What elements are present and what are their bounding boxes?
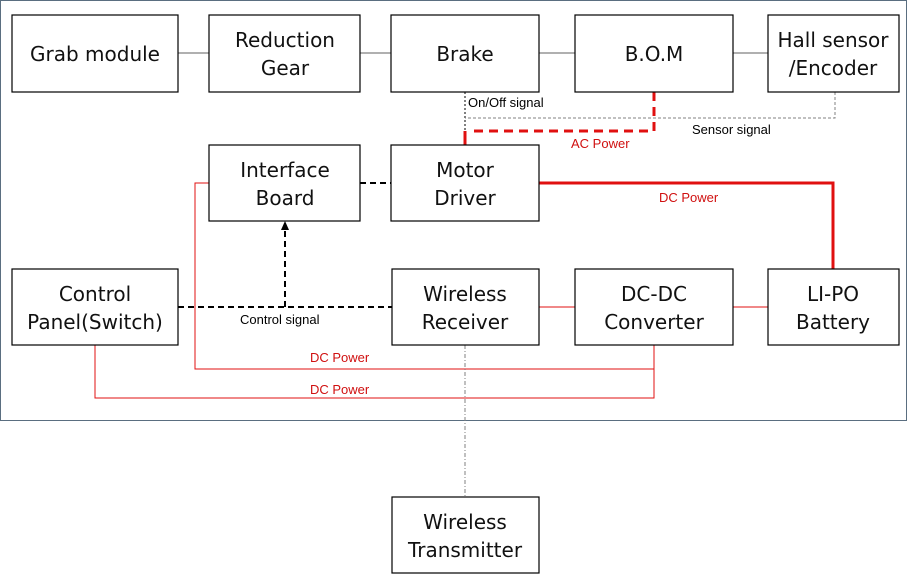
dc-power-panel-label: DC Power	[310, 382, 370, 397]
arrow-up-icon	[281, 221, 289, 230]
svg-text:/Encoder: /Encoder	[789, 56, 878, 80]
sensor-signal-label: Sensor signal	[692, 122, 771, 137]
svg-text:Interface: Interface	[240, 158, 330, 182]
reduction-gear-box: Reduction Gear	[208, 14, 361, 93]
svg-text:Gear: Gear	[261, 56, 310, 80]
svg-text:Hall sensor: Hall sensor	[777, 28, 889, 52]
svg-text:Battery: Battery	[796, 310, 870, 334]
dc-power-interface-label: DC Power	[310, 350, 370, 365]
svg-text:Wireless: Wireless	[423, 282, 507, 306]
brake-box: Brake	[390, 14, 540, 93]
svg-text:Panel(Switch): Panel(Switch)	[27, 310, 163, 334]
dc-power-main-label: DC Power	[659, 190, 719, 205]
svg-text:Brake: Brake	[436, 42, 493, 66]
svg-text:DC-DC: DC-DC	[621, 282, 687, 306]
ac-power-label: AC Power	[571, 136, 630, 151]
svg-text:Reduction: Reduction	[235, 28, 335, 52]
lipo-battery-box: LI-PO Battery	[767, 268, 900, 346]
svg-text:B.O.M: B.O.M	[625, 42, 684, 66]
svg-text:Driver: Driver	[434, 186, 496, 210]
bom-box: B.O.M	[574, 14, 734, 93]
dc-power-panel-line	[94, 345, 655, 399]
interface-board-box: Interface Board	[208, 144, 361, 222]
svg-text:Converter: Converter	[604, 310, 704, 334]
svg-text:Grab module: Grab module	[30, 42, 160, 66]
svg-text:Transmitter: Transmitter	[407, 538, 523, 562]
motor-driver-box: Motor Driver	[390, 144, 540, 222]
hall-sensor-box: Hall sensor/Encoder	[767, 14, 900, 93]
grab-module-box: Grab module	[11, 14, 179, 93]
svg-text:Receiver: Receiver	[422, 310, 509, 334]
svg-text:Wireless: Wireless	[423, 510, 507, 534]
control-signal-label: Control signal	[240, 312, 320, 327]
wireless-transmitter-box: Wireless Transmitter	[391, 496, 540, 574]
block-diagram: Grab module Reduction Gear Brake B.O.M Ha…	[0, 0, 907, 574]
svg-text:Board: Board	[256, 186, 315, 210]
onoff-signal-label: On/Off signal	[468, 95, 544, 110]
dcdc-converter-box: DC-DC Converter	[574, 268, 734, 346]
svg-text:Control: Control	[59, 282, 131, 306]
svg-text:LI-PO: LI-PO	[807, 282, 859, 306]
wireless-receiver-box: Wireless Receiver	[391, 268, 540, 346]
svg-text:Motor: Motor	[436, 158, 495, 182]
control-panel-box: Control Panel(Switch)	[11, 268, 179, 346]
